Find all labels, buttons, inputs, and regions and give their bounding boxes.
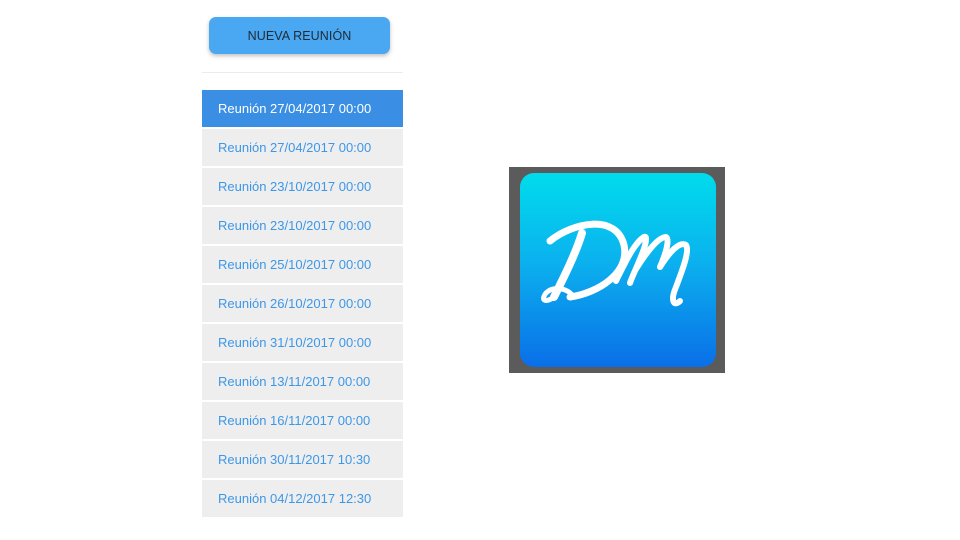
app-logo-frame xyxy=(509,167,725,373)
dm-monogram-logo xyxy=(520,173,716,367)
dm-logo-icon xyxy=(541,220,690,307)
meeting-list-item[interactable]: Reunión 25/10/2017 00:00 xyxy=(202,246,403,283)
meeting-list-item[interactable]: Reunión 31/10/2017 00:00 xyxy=(202,324,403,361)
app-window: NUEVA REUNIÓN Reunión 27/04/2017 00:00 R… xyxy=(0,0,960,540)
meeting-list: Reunión 27/04/2017 00:00 Reunión 27/04/2… xyxy=(202,90,403,519)
meeting-list-item[interactable]: Reunión 26/10/2017 00:00 xyxy=(202,285,403,322)
meeting-list-item[interactable]: Reunión 04/12/2017 12:30 xyxy=(202,480,403,517)
sidebar-divider xyxy=(202,72,403,73)
meeting-list-item[interactable]: Reunión 27/04/2017 00:00 xyxy=(202,129,403,166)
meeting-list-item[interactable]: Reunión 30/11/2017 10:30 xyxy=(202,441,403,478)
meeting-list-item[interactable]: Reunión 13/11/2017 00:00 xyxy=(202,363,403,400)
meeting-list-item[interactable]: Reunión 23/10/2017 00:00 xyxy=(202,168,403,205)
meeting-list-item[interactable]: Reunión 23/10/2017 00:00 xyxy=(202,207,403,244)
meeting-list-item[interactable]: Reunión 16/11/2017 00:00 xyxy=(202,402,403,439)
meeting-list-item-selected[interactable]: Reunión 27/04/2017 00:00 xyxy=(202,90,403,127)
new-meeting-button[interactable]: NUEVA REUNIÓN xyxy=(209,17,390,54)
